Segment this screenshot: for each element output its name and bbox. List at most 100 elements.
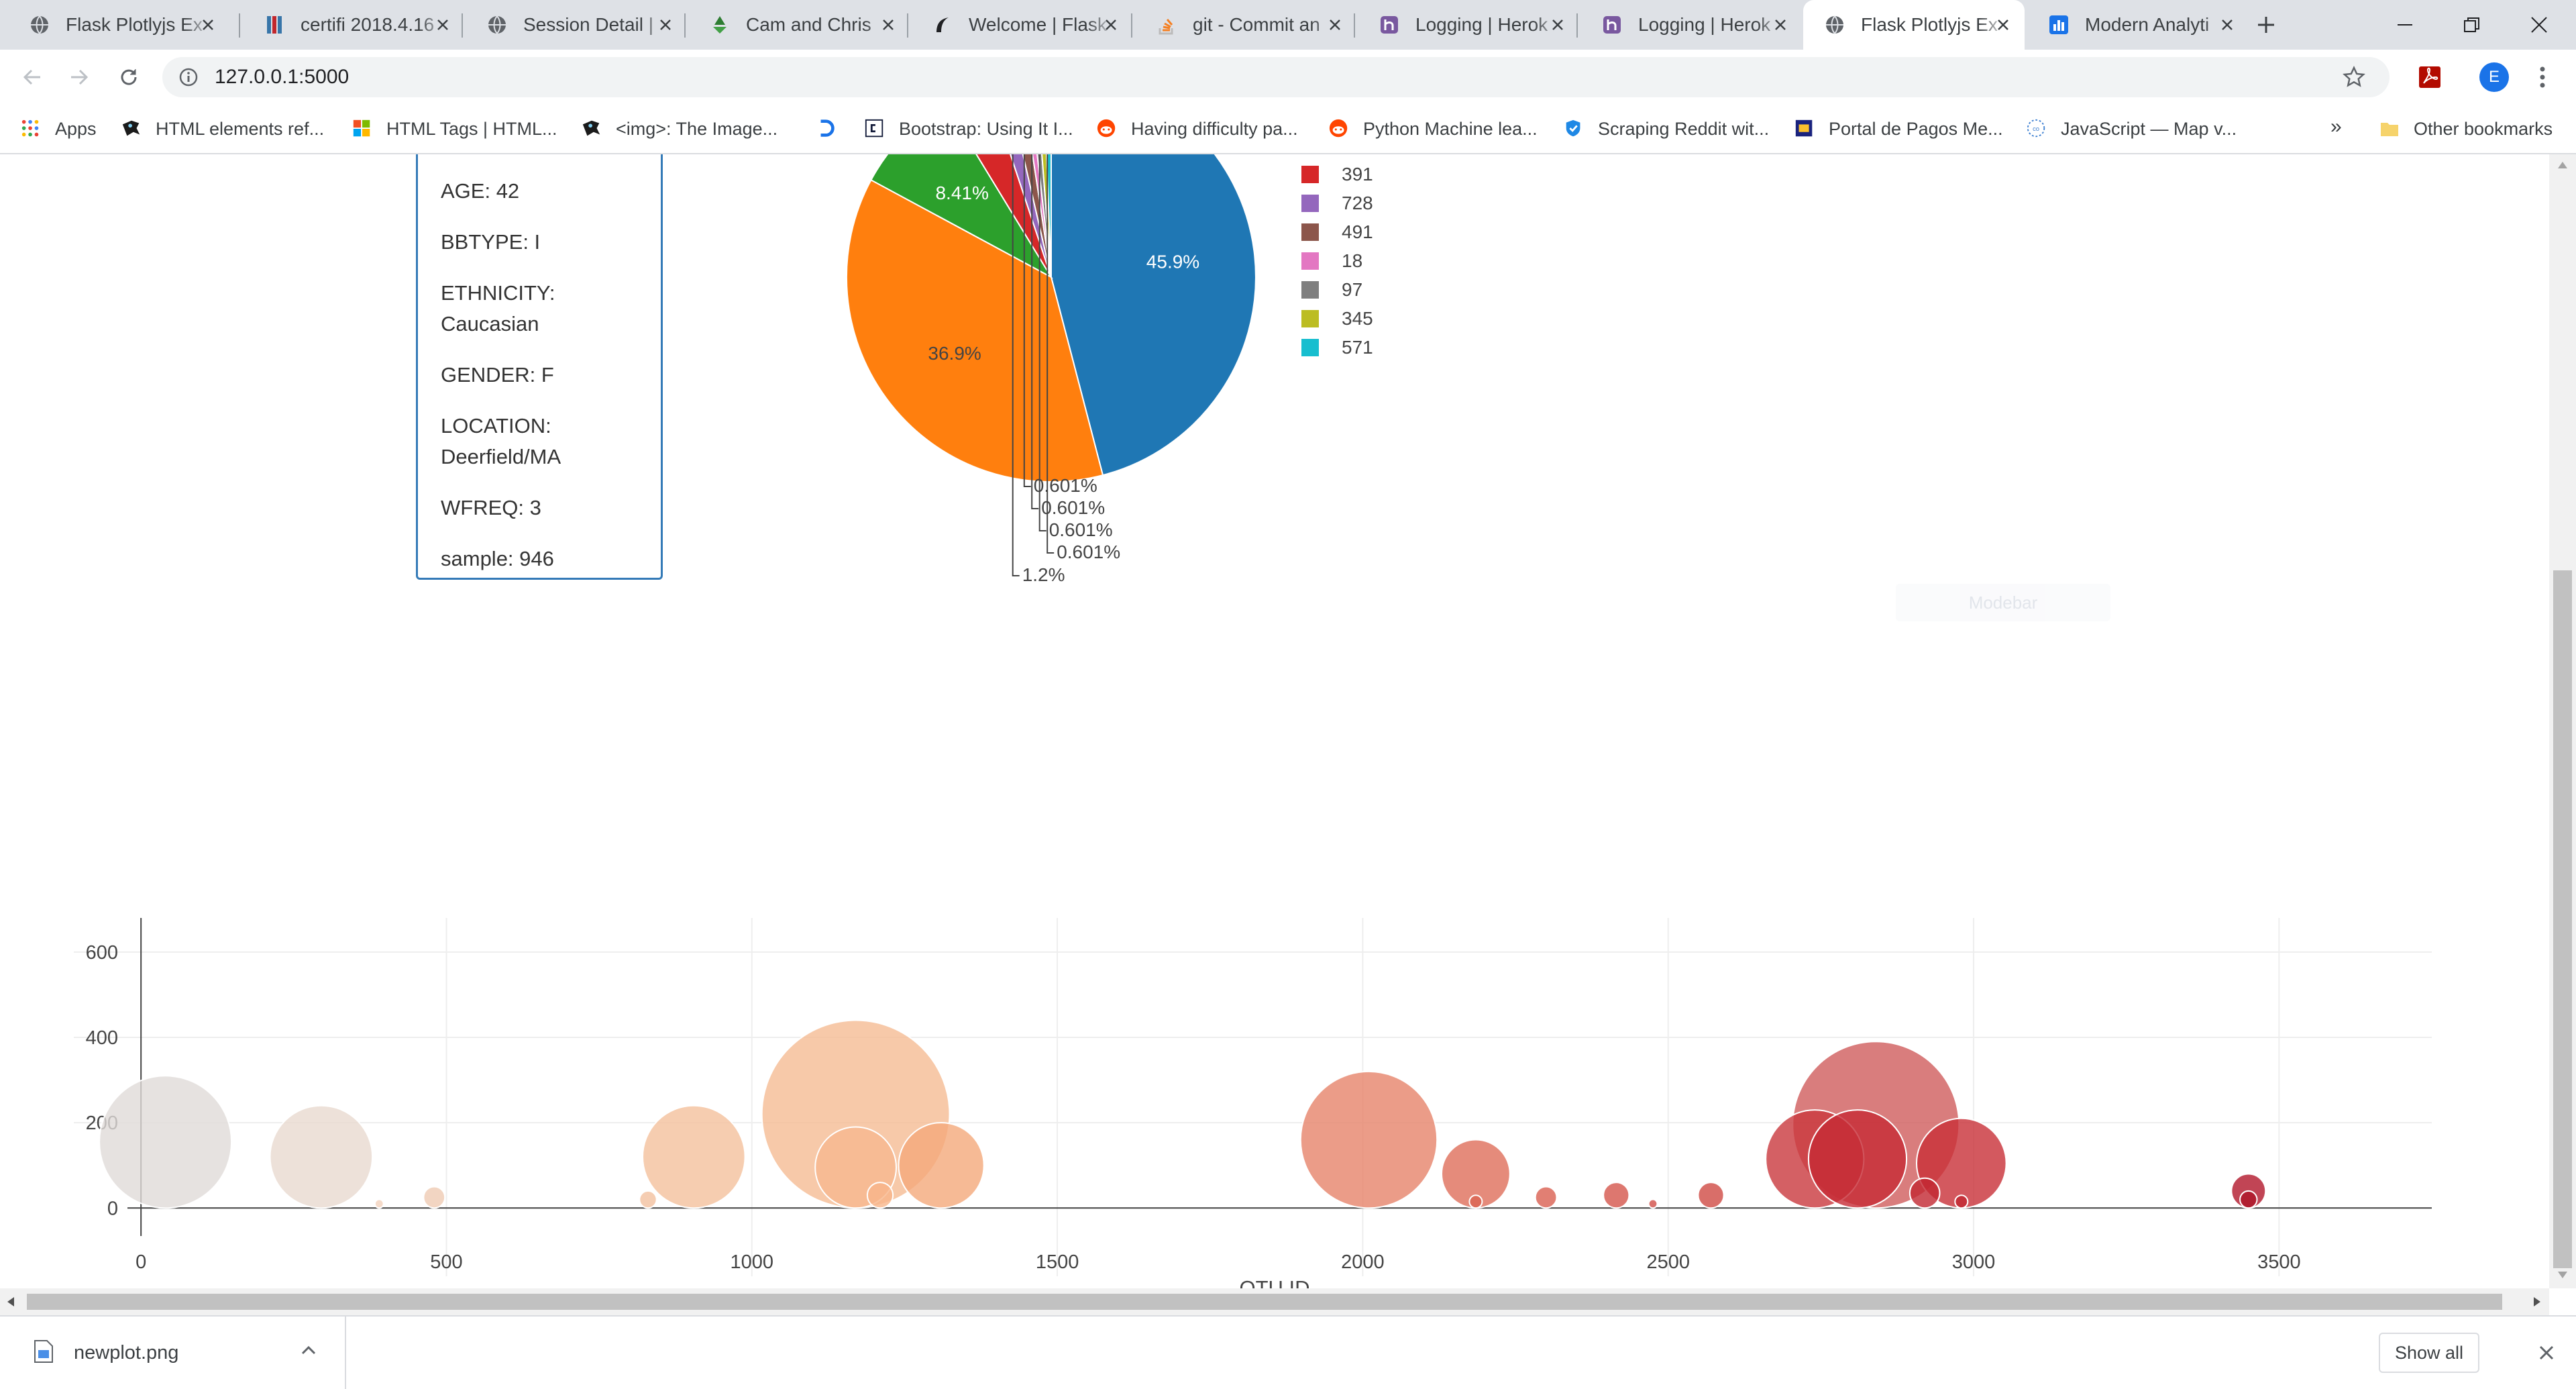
bubble-point[interactable] <box>374 1198 384 1209</box>
bookmark-item[interactable]: HTML elements ref... <box>121 115 324 142</box>
tab-close-button[interactable] <box>432 14 453 36</box>
browser-tab[interactable]: Modern Analyti <box>2027 0 2249 50</box>
bubble-point[interactable] <box>1534 1186 1558 1209</box>
restore-button[interactable] <box>2435 0 2509 50</box>
bookmark-item[interactable]: <img>: The Image... <box>581 115 777 142</box>
bubble-point[interactable] <box>642 1104 746 1209</box>
globe-icon <box>31 15 48 34</box>
address-bar[interactable]: 127.0.0.1:5000 <box>162 57 2390 97</box>
pie-slice-label: 36.9% <box>928 343 981 364</box>
legend-swatch <box>1301 252 1319 270</box>
scroll-up-icon[interactable] <box>2557 161 2568 169</box>
bubble-point[interactable] <box>99 1075 233 1209</box>
tab-close-button[interactable] <box>1770 14 1791 36</box>
bubble-point[interactable] <box>269 1104 374 1209</box>
tab-close-button[interactable] <box>1547 14 1568 36</box>
scroll-right-icon[interactable] <box>2533 1296 2541 1307</box>
bubble-point[interactable] <box>866 1182 894 1209</box>
tab-favicon <box>2047 13 2070 36</box>
scroll-left-icon[interactable] <box>7 1296 15 1307</box>
show-all-downloads-button[interactable]: Show all <box>2379 1333 2479 1373</box>
bookmark-item[interactable]: HTML Tags | HTML... <box>352 115 557 142</box>
bubble-point[interactable] <box>1648 1198 1658 1209</box>
legend-item[interactable]: 728 <box>1301 193 1373 213</box>
browser-tab[interactable]: Flask Plotlyjs Ex <box>1803 0 2025 50</box>
new-tab-button[interactable] <box>2253 11 2279 38</box>
browser-tab[interactable]: Session Detail | <box>466 0 687 50</box>
acrobat-extension-button[interactable] <box>2414 61 2446 93</box>
y-tick-label: 600 <box>86 942 118 964</box>
tab-close-button[interactable] <box>2216 14 2238 36</box>
tab-close-button[interactable] <box>1100 14 1122 36</box>
bookmark-item[interactable]: Apps <box>20 115 97 142</box>
tab-close-button[interactable] <box>655 14 676 36</box>
tab-favicon <box>708 13 731 36</box>
browser-tab[interactable]: Flask Plotlyjs Ex <box>8 0 229 50</box>
x-tick-label: 1000 <box>731 1251 774 1273</box>
legend-item[interactable]: 482 <box>1301 154 1373 156</box>
download-item[interactable]: newplot.png <box>0 1317 346 1389</box>
bookmark-item[interactable]: Having difficulty pa... <box>1096 115 1298 142</box>
browser-menu-button[interactable] <box>2529 61 2556 93</box>
vertical-scroll-thumb[interactable] <box>2553 570 2572 1268</box>
bubble-point[interactable] <box>1603 1182 1630 1209</box>
bookmark-item[interactable]: Bootstrap: Using It I... <box>864 115 1073 142</box>
image-file-icon <box>34 1340 53 1363</box>
bubble-point[interactable] <box>1807 1109 1908 1209</box>
bookmark-item[interactable]: co JavaScript — Map v... <box>2026 115 2237 142</box>
sample-metadata-panel: AGE: 42 BBTYPE: I ETHNICITY: Caucasian G… <box>416 154 663 580</box>
browser-tab[interactable]: Welcome | Flask <box>911 0 1132 50</box>
close-window-button[interactable] <box>2502 0 2576 50</box>
flask-horn-icon <box>936 17 949 32</box>
tab-close-button[interactable] <box>197 14 219 36</box>
bubble-point[interactable] <box>639 1190 657 1209</box>
legend-swatch <box>1301 166 1319 183</box>
horizontal-scrollbar[interactable] <box>0 1288 2549 1315</box>
tab-close-button[interactable] <box>1992 14 2014 36</box>
reload-button[interactable] <box>113 61 145 93</box>
bookmark-label: HTML elements ref... <box>156 118 325 139</box>
legend-item[interactable]: 491 <box>1301 221 1373 242</box>
legend-item[interactable]: 391 <box>1301 164 1373 185</box>
back-button[interactable] <box>16 61 48 93</box>
bubble-point[interactable] <box>1468 1194 1483 1209</box>
browser-tab[interactable]: git - Commit an <box>1135 0 1356 50</box>
mdn-icon <box>122 120 140 136</box>
browser-tab[interactable]: Logging | Herok <box>1580 0 1802 50</box>
browser-tab[interactable]: certifi 2018.4.16 <box>243 0 464 50</box>
chevron-up-icon[interactable] <box>301 1345 317 1355</box>
other-bookmarks[interactable]: Other bookmarks <box>2379 115 2553 142</box>
legend-item[interactable]: 571 <box>1301 337 1373 358</box>
tab-close-button[interactable] <box>1324 14 1346 36</box>
close-download-shelf-icon[interactable] <box>2538 1345 2555 1361</box>
browser-tab[interactable]: Cam and Chris <box>688 0 910 50</box>
forward-button[interactable] <box>63 61 95 93</box>
tab-close-button[interactable] <box>877 14 899 36</box>
bookmark-item[interactable]: Python Machine lea... <box>1328 115 1538 142</box>
bubble-point[interactable] <box>1954 1194 1969 1209</box>
bookmarks-overflow-button[interactable]: » <box>2330 115 2342 138</box>
mdn-icon <box>582 120 600 136</box>
heroku-icon <box>1381 16 1398 34</box>
bubble-point[interactable] <box>1909 1177 1941 1209</box>
minimize-button[interactable] <box>2368 0 2442 50</box>
vertical-scrollbar[interactable] <box>2549 154 2576 1288</box>
bubble-point[interactable] <box>2239 1190 2258 1209</box>
profile-avatar[interactable]: E <box>2479 62 2509 92</box>
bookmark-item[interactable] <box>816 115 851 142</box>
legend-item[interactable]: 345 <box>1301 308 1373 329</box>
scroll-down-icon[interactable] <box>2557 1271 2568 1279</box>
bubble-point[interactable] <box>423 1186 446 1209</box>
legend-label: 18 <box>1342 250 1362 271</box>
browser-tab[interactable]: Logging | Herok <box>1358 0 1579 50</box>
bookmark-item[interactable]: Scraping Reddit wit... <box>1563 115 1769 142</box>
horizontal-scroll-thumb[interactable] <box>27 1294 2502 1310</box>
bookmark-star-icon[interactable] <box>2343 66 2365 89</box>
bubble-point[interactable] <box>1299 1070 1438 1209</box>
bookmark-item[interactable]: Portal de Pagos Me... <box>1794 115 2003 142</box>
legend-item[interactable]: 18 <box>1301 250 1362 271</box>
bubble-point[interactable] <box>1697 1182 1725 1209</box>
bubble-point[interactable] <box>898 1122 985 1209</box>
legend-item[interactable]: 97 <box>1301 279 1362 300</box>
tab-separator <box>239 13 240 38</box>
